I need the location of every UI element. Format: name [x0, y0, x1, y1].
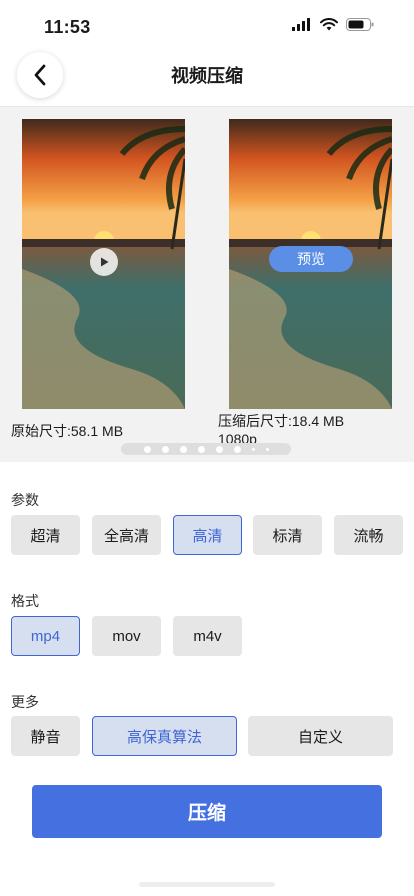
pager-dot[interactable]: [215, 445, 223, 453]
param-option-smooth[interactable]: 流畅: [334, 515, 403, 555]
format-option-m4v[interactable]: m4v: [173, 616, 242, 656]
play-icon: [101, 257, 109, 267]
page-indicator[interactable]: [121, 443, 291, 455]
params-label: 参数: [11, 492, 39, 508]
original-video-thumbnail[interactable]: [22, 119, 185, 409]
page-title: 视频压缩: [171, 66, 243, 86]
pager-dot[interactable]: [161, 445, 169, 453]
param-option-ultra-hd[interactable]: 超清: [11, 515, 80, 555]
nav-bar: 视频压缩: [0, 52, 414, 107]
status-time: 11:53: [44, 17, 91, 37]
wifi-icon: [320, 18, 338, 31]
param-option-full-hd[interactable]: 全高清: [92, 515, 161, 555]
option-mute[interactable]: 静音: [11, 716, 80, 756]
compressed-size-label: 压缩后尺寸:18.4 MB: [218, 413, 345, 429]
param-option-sd[interactable]: 标清: [253, 515, 322, 555]
option-high-fidelity[interactable]: 高保真算法: [92, 716, 237, 756]
compressed-video-thumbnail[interactable]: 预览: [229, 119, 392, 409]
home-indicator: [139, 882, 275, 887]
option-custom[interactable]: 自定义: [248, 716, 393, 756]
status-bar: 11:53: [0, 0, 414, 52]
play-button[interactable]: [90, 248, 118, 276]
original-size-label: 原始尺寸:58.1 MB: [11, 423, 124, 439]
format-option-mp4[interactable]: mp4: [11, 616, 80, 656]
preview-button[interactable]: 预览: [269, 246, 353, 272]
more-label: 更多: [11, 694, 39, 710]
param-option-hd[interactable]: 高清: [173, 515, 242, 555]
format-option-mov[interactable]: mov: [92, 616, 161, 656]
format-label: 格式: [11, 593, 39, 609]
pager-dot[interactable]: [143, 445, 151, 453]
cellular-signal-icon: [292, 18, 310, 31]
status-icons: [292, 18, 374, 31]
pager-dot[interactable]: [265, 447, 269, 451]
battery-icon: [346, 18, 374, 31]
pager-dot[interactable]: [233, 445, 241, 453]
pager-dot[interactable]: [251, 447, 255, 451]
compress-button[interactable]: 压缩: [32, 785, 382, 838]
pager-dot[interactable]: [179, 445, 187, 453]
video-preview-area: 预览 原始尺寸:58.1 MB 压缩后尺寸:18.4 MB 1080p: [0, 107, 414, 462]
pager-dot[interactable]: [197, 445, 205, 453]
